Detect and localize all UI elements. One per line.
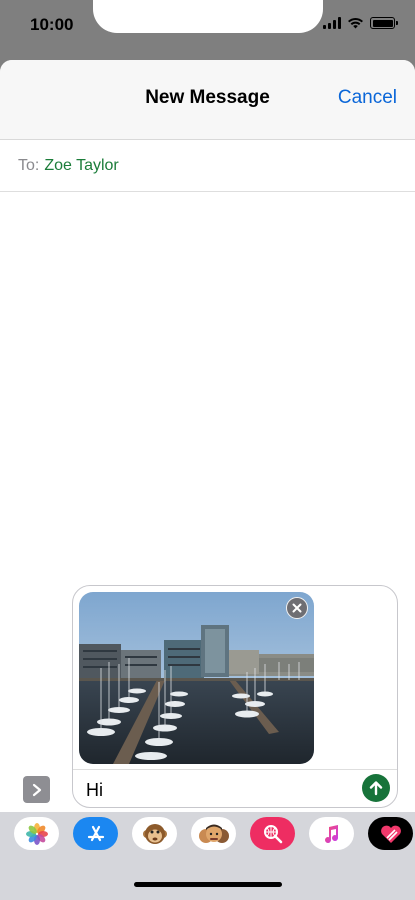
status-icons <box>323 17 398 29</box>
harbor-photo-image <box>79 592 314 764</box>
photos-icon <box>25 822 48 845</box>
photo-attachment[interactable] <box>79 592 314 764</box>
close-icon <box>292 603 302 613</box>
web-search-icon <box>263 824 282 843</box>
cancel-button[interactable]: Cancel <box>338 87 397 109</box>
web-search-button[interactable] <box>250 817 295 850</box>
recipient-field[interactable]: To: Zoe Taylor <box>0 140 415 192</box>
phone-screen: 10:00 New Message Cancel To: Zoe Taylor <box>0 0 415 900</box>
app-store-button[interactable] <box>73 817 118 850</box>
composer-divider <box>73 769 397 770</box>
animoji-button[interactable] <box>132 817 177 850</box>
imessage-app-drawer <box>0 812 415 900</box>
app-strip <box>14 817 413 850</box>
battery-icon <box>370 17 398 29</box>
app-store-icon <box>87 825 104 841</box>
wifi-icon <box>348 17 363 29</box>
message-input[interactable] <box>86 776 346 804</box>
chevron-right-icon <box>32 783 41 796</box>
send-button[interactable] <box>362 774 390 802</box>
expand-apps-button[interactable] <box>23 776 50 803</box>
status-bar: 10:00 <box>0 0 415 60</box>
monkey-animoji-icon <box>142 823 167 844</box>
message-history-area <box>0 193 415 583</box>
recipient-label: To: <box>18 156 40 174</box>
notch <box>93 0 323 33</box>
recipient-name[interactable]: Zoe Taylor <box>44 157 118 175</box>
music-button[interactable] <box>309 817 354 850</box>
memoji-stickers-icon <box>198 824 229 843</box>
digital-touch-icon <box>380 825 401 843</box>
message-composer <box>72 585 398 808</box>
memoji-stickers-button[interactable] <box>191 817 236 850</box>
digital-touch-button[interactable] <box>368 817 413 850</box>
home-indicator <box>134 882 282 887</box>
arrow-up-icon <box>369 781 383 796</box>
music-icon <box>324 824 338 843</box>
navigation-bar: New Message Cancel <box>0 60 415 140</box>
new-message-sheet: New Message Cancel To: Zoe Taylor <box>0 60 415 900</box>
remove-attachment-button[interactable] <box>286 597 308 619</box>
cellular-signal-icon <box>323 17 341 29</box>
photos-app-button[interactable] <box>14 817 59 850</box>
status-time: 10:00 <box>30 15 74 34</box>
